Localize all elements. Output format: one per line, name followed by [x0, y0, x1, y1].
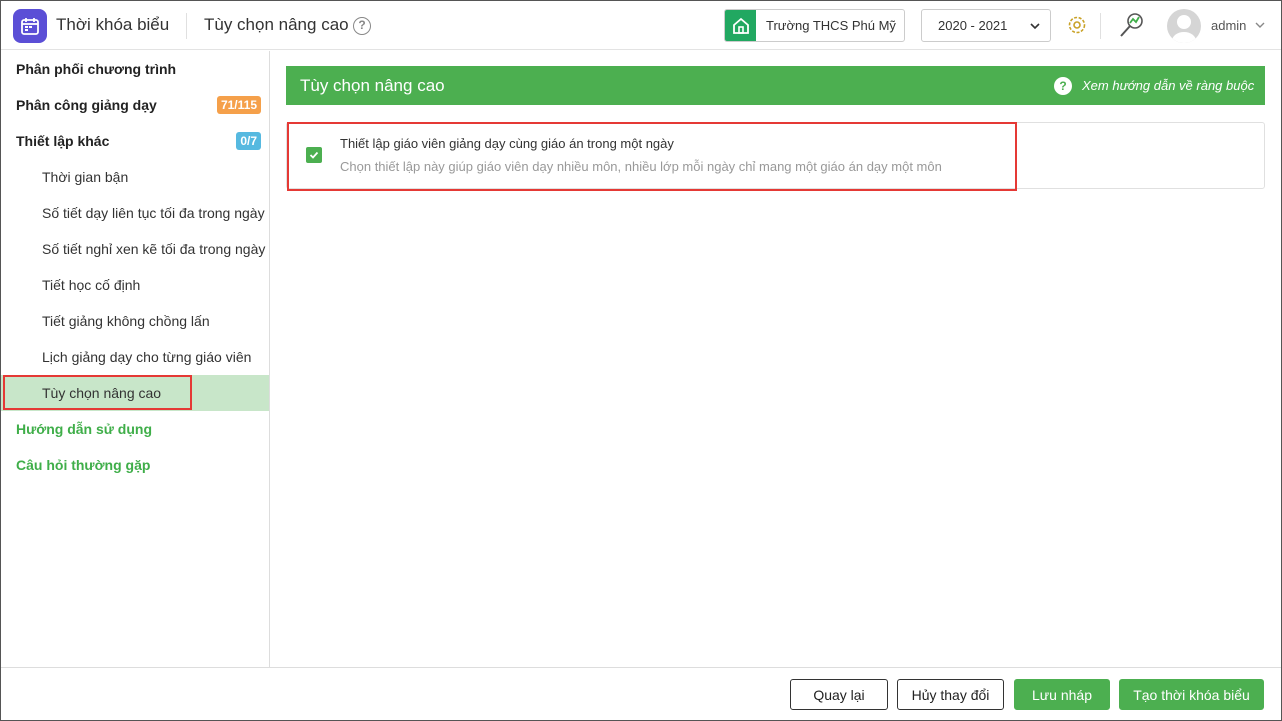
app-title: Thời khóa biểu: [56, 15, 170, 34]
save-draft-button[interactable]: Lưu nháp: [1014, 679, 1110, 710]
avatar[interactable]: [1167, 9, 1201, 43]
sidebar-item-label: Câu hỏi thường gặp: [16, 457, 151, 473]
school-selector[interactable]: Trường THCS Phú Mỹ: [724, 9, 905, 42]
sidebar-item-label: Tiết học cố định: [42, 277, 141, 293]
sidebar-item-label: Phân phối chương trình: [16, 61, 177, 77]
sidebar-item-program-distribution[interactable]: Phân phối chương trình: [1, 51, 269, 87]
sidebar-item-max-consecutive[interactable]: Số tiết dạy liên tục tối đa trong ngày: [1, 195, 269, 231]
count-badge: 0/7: [236, 132, 261, 150]
sidebar-item-label: Thiết lập khác: [16, 133, 110, 149]
sidebar-item-label: Lịch giảng dạy cho từng giáo viên: [42, 349, 252, 365]
section-title: Tùy chọn nâng cao: [300, 76, 445, 95]
sidebar-item-label: Tiết giảng không chồng lấn: [42, 313, 210, 329]
sidebar-item-fixed-periods[interactable]: Tiết học cố định: [1, 267, 269, 303]
question-circle-icon[interactable]: ?: [353, 17, 371, 35]
chevron-down-icon: [1030, 23, 1040, 30]
school-home-icon: [725, 10, 756, 41]
sidebar-item-label: Số tiết dạy liên tục tối đa trong ngày: [42, 205, 265, 221]
sidebar-item-teacher-schedule[interactable]: Lịch giảng dạy cho từng giáo viên: [1, 339, 269, 375]
back-button[interactable]: Quay lại: [790, 679, 888, 710]
create-timetable-button[interactable]: Tạo thời khóa biểu: [1119, 679, 1264, 710]
footer-bar: Quay lại Hủy thay đổi Lưu nháp Tạo thời …: [1, 667, 1281, 720]
school-name: Trường THCS Phú Mỹ: [766, 18, 896, 33]
divider: [1100, 13, 1101, 39]
sidebar-item-label: Phân công giảng dạy: [16, 97, 157, 113]
sidebar-item-user-guide[interactable]: Hướng dẫn sử dụng: [1, 411, 269, 447]
username[interactable]: admin: [1211, 18, 1246, 33]
sidebar-item-non-overlapping[interactable]: Tiết giảng không chồng lấn: [1, 303, 269, 339]
school-year-select[interactable]: 2020 - 2021: [921, 9, 1051, 42]
constraint-guide-link[interactable]: Xem hướng dẫn về ràng buộc: [1082, 78, 1254, 93]
sidebar-item-label: Thời gian bận: [42, 169, 129, 185]
highlight-box: [287, 122, 1017, 191]
sidebar-item-label: Hướng dẫn sử dụng: [16, 421, 152, 437]
calendar-icon[interactable]: [13, 9, 47, 43]
sidebar-item-teaching-assignment[interactable]: Phân công giảng dạy 71/115: [1, 87, 269, 123]
sidebar-item-label: Số tiết nghỉ xen kẽ tối đa trong ngày: [42, 241, 266, 257]
sidebar-item-busy-time[interactable]: Thời gian bận: [1, 159, 269, 195]
question-circle-icon[interactable]: ?: [1054, 77, 1072, 95]
gear-icon[interactable]: [1065, 13, 1089, 37]
section-banner: Tùy chọn nâng cao ? Xem hướng dẫn về ràn…: [286, 66, 1265, 105]
highlight-box: [3, 375, 192, 410]
chevron-down-icon[interactable]: [1253, 18, 1267, 32]
page-title: Tùy chọn nâng cao: [204, 15, 349, 34]
sidebar-item-other-settings[interactable]: Thiết lập khác 0/7: [1, 123, 269, 159]
school-year-value: 2020 - 2021: [938, 18, 1008, 33]
sidebar: Phân phối chương trình Phân công giảng d…: [1, 51, 270, 667]
search-icon[interactable]: [1117, 10, 1147, 40]
discard-changes-button[interactable]: Hủy thay đổi: [897, 679, 1004, 710]
sidebar-item-max-breaks[interactable]: Số tiết nghỉ xen kẽ tối đa trong ngày: [1, 231, 269, 267]
count-badge: 71/115: [216, 96, 261, 114]
top-header: Thời khóa biểu Tùy chọn nâng cao ? Trườn…: [1, 1, 1281, 50]
sidebar-item-faq[interactable]: Câu hỏi thường gặp: [1, 447, 269, 483]
divider: [186, 13, 187, 39]
